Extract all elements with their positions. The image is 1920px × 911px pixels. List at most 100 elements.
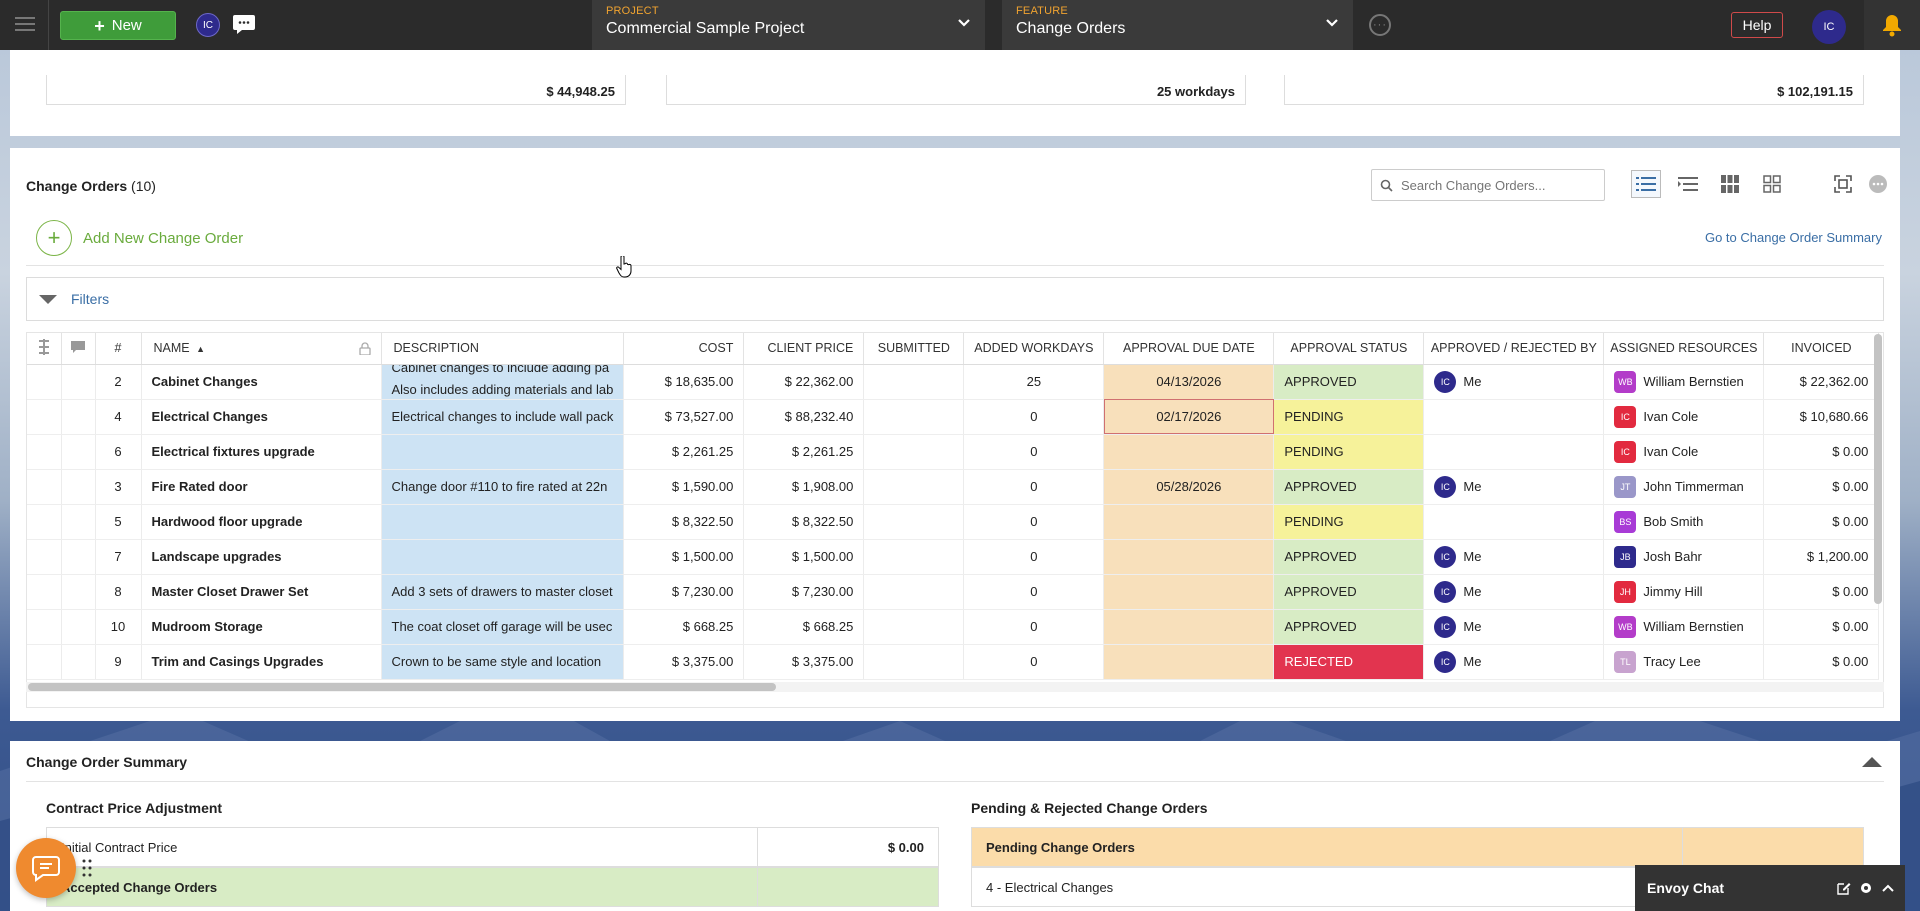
cost-cell[interactable]: $ 3,375.00 <box>623 644 745 680</box>
row-handle-cell[interactable] <box>27 574 62 610</box>
chat-launcher-button[interactable] <box>16 838 76 898</box>
number-cell[interactable]: 10 <box>95 609 142 645</box>
workdays-cell[interactable]: 0 <box>963 469 1105 505</box>
assigned-resource-cell[interactable]: JB Josh Bahr <box>1603 539 1765 575</box>
status-cell[interactable]: APPROVED <box>1273 609 1425 645</box>
status-cell[interactable]: APPROVED <box>1273 469 1425 505</box>
status-cell[interactable]: APPROVED <box>1273 539 1425 575</box>
invoiced-cell[interactable]: $ 0.00 <box>1763 644 1880 680</box>
column-name[interactable]: NAME ▲ <box>141 333 382 365</box>
approved-by-cell[interactable] <box>1423 504 1605 540</box>
row-handle-cell[interactable] <box>27 364 62 400</box>
drag-handle-icon[interactable] <box>80 858 94 878</box>
due-date-cell[interactable] <box>1103 539 1275 575</box>
invoiced-cell[interactable]: $ 0.00 <box>1763 434 1880 470</box>
more-options-icon[interactable] <box>1863 170 1893 198</box>
number-cell[interactable]: 6 <box>95 434 142 470</box>
assigned-resource-cell[interactable]: WB William Bernstien <box>1603 609 1765 645</box>
row-comment-cell[interactable] <box>61 399 96 435</box>
table-row[interactable]: 10 Mudroom Storage The coat closet off gar… <box>27 609 1880 645</box>
horizontal-scrollbar[interactable] <box>26 682 1884 692</box>
client-price-cell[interactable]: $ 7,230.00 <box>743 574 865 610</box>
invoiced-cell[interactable]: $ 22,362.00 <box>1763 364 1880 400</box>
column-client-price[interactable]: CLIENT PRICE <box>743 333 865 365</box>
table-row[interactable]: 4 Electrical Changes Electrical changes to… <box>27 399 1880 435</box>
workdays-cell[interactable]: 0 <box>963 434 1105 470</box>
description-cell[interactable] <box>381 539 625 575</box>
table-row[interactable]: 3 Fire Rated door Change door #110 to fire… <box>27 469 1880 505</box>
row-handle-cell[interactable] <box>27 469 62 505</box>
row-comment-cell[interactable] <box>61 364 96 400</box>
assigned-resource-cell[interactable]: IC Ivan Cole <box>1603 399 1765 435</box>
name-cell[interactable]: Landscape upgrades <box>141 539 382 575</box>
new-button[interactable]: + New <box>60 11 176 40</box>
approved-by-cell[interactable]: IC Me <box>1423 469 1605 505</box>
submitted-cell[interactable] <box>863 539 965 575</box>
row-comment-cell[interactable] <box>61 539 96 575</box>
assigned-resource-cell[interactable]: TL Tracy Lee <box>1603 644 1765 680</box>
number-cell[interactable]: 5 <box>95 504 142 540</box>
feature-selector[interactable]: FEATURE Change Orders <box>1002 0 1353 50</box>
card-view-icon[interactable] <box>1715 170 1745 198</box>
indented-list-icon[interactable] <box>1673 170 1703 198</box>
table-row[interactable]: 8 Master Closet Drawer Set Add 3 sets of d… <box>27 574 1880 610</box>
submitted-cell[interactable] <box>863 364 965 400</box>
status-cell[interactable]: APPROVED <box>1273 574 1425 610</box>
row-comment-cell[interactable] <box>61 644 96 680</box>
description-cell[interactable]: Add 3 sets of drawers to master closet <box>381 574 625 610</box>
number-cell[interactable]: 4 <box>95 399 142 435</box>
row-comment-cell[interactable] <box>61 609 96 645</box>
list-view-icon[interactable] <box>1631 170 1661 198</box>
cost-cell[interactable]: $ 2,261.25 <box>623 434 745 470</box>
compose-icon[interactable] <box>1837 881 1851 895</box>
client-price-cell[interactable]: $ 3,375.00 <box>743 644 865 680</box>
approved-by-cell[interactable] <box>1423 434 1605 470</box>
workdays-cell[interactable]: 0 <box>963 399 1105 435</box>
client-price-cell[interactable]: $ 8,322.50 <box>743 504 865 540</box>
workdays-cell[interactable]: 0 <box>963 644 1105 680</box>
due-date-cell[interactable]: 04/13/2026 <box>1103 364 1275 400</box>
submitted-cell[interactable] <box>863 504 965 540</box>
cost-cell[interactable]: $ 73,527.00 <box>623 399 745 435</box>
submitted-cell[interactable] <box>863 609 965 645</box>
table-row[interactable]: 2 Cabinet Changes Cabinet changes to inclu… <box>27 364 1880 400</box>
row-comment-cell[interactable] <box>61 504 96 540</box>
description-cell[interactable]: Electrical changes to include wall pack <box>381 399 625 435</box>
description-cell[interactable]: The coat closet off garage will be usec <box>381 609 625 645</box>
search-input[interactable] <box>1401 177 1591 193</box>
goto-summary-link[interactable]: Go to Change Order Summary <box>1705 230 1882 245</box>
table-row[interactable]: 6 Electrical fixtures upgrade $ 2,261.25 $ … <box>27 434 1880 470</box>
due-date-cell[interactable]: 02/17/2026 <box>1103 399 1275 435</box>
description-cell[interactable] <box>381 504 625 540</box>
workdays-cell[interactable]: 0 <box>963 609 1105 645</box>
row-handle-cell[interactable] <box>27 434 62 470</box>
submitted-cell[interactable] <box>863 434 965 470</box>
column-approval-due-date[interactable]: APPROVAL DUE DATE <box>1103 333 1275 365</box>
row-comment-cell[interactable] <box>61 469 96 505</box>
client-price-cell[interactable]: $ 22,362.00 <box>743 364 865 400</box>
row-comment-cell[interactable] <box>61 574 96 610</box>
assigned-resource-cell[interactable]: BS Bob Smith <box>1603 504 1765 540</box>
invoiced-cell[interactable]: $ 10,680.66 <box>1763 399 1880 435</box>
approved-by-cell[interactable]: IC Me <box>1423 609 1605 645</box>
submitted-cell[interactable] <box>863 469 965 505</box>
project-selector[interactable]: PROJECT Commercial Sample Project <box>592 0 985 50</box>
due-date-cell[interactable]: 05/28/2026 <box>1103 469 1275 505</box>
add-change-order-button[interactable]: + Add New Change Order <box>36 220 243 256</box>
row-handle-cell[interactable] <box>27 644 62 680</box>
approved-by-cell[interactable]: IC Me <box>1423 574 1605 610</box>
number-cell[interactable]: 7 <box>95 539 142 575</box>
invoiced-cell[interactable]: $ 0.00 <box>1763 574 1880 610</box>
client-price-cell[interactable]: $ 668.25 <box>743 609 865 645</box>
client-price-cell[interactable]: $ 1,500.00 <box>743 539 865 575</box>
row-handle-cell[interactable] <box>27 609 62 645</box>
scrollbar-thumb[interactable] <box>28 683 776 691</box>
name-cell[interactable]: Electrical Changes <box>141 399 382 435</box>
row-handle-cell[interactable] <box>27 504 62 540</box>
envoy-chat-bar[interactable]: Envoy Chat <box>1635 865 1905 911</box>
submitted-cell[interactable] <box>863 574 965 610</box>
name-cell[interactable]: Electrical fixtures upgrade <box>141 434 382 470</box>
invoiced-cell[interactable]: $ 1,200.00 <box>1763 539 1880 575</box>
column-approved-by[interactable]: APPROVED / REJECTED BY <box>1423 333 1605 365</box>
row-handle-cell[interactable] <box>27 399 62 435</box>
